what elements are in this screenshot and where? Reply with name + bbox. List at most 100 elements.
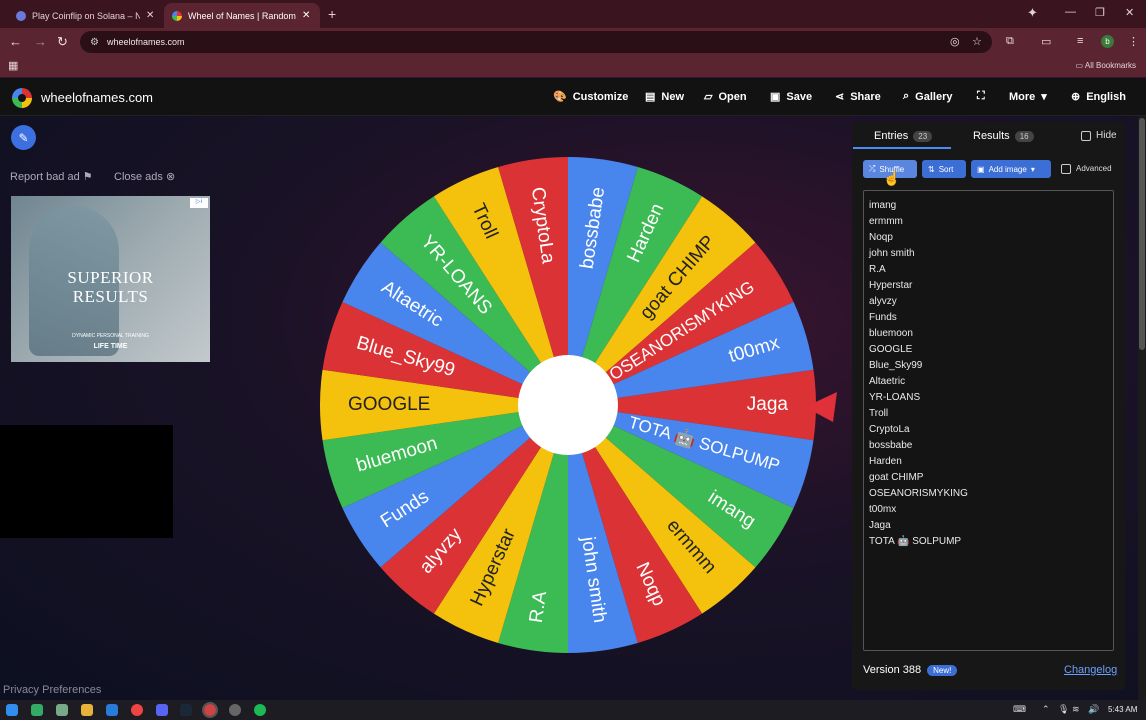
entry-item[interactable]: bossbabe	[869, 438, 968, 454]
gemini-sparkle-icon[interactable]: ✦	[1027, 5, 1038, 21]
os-taskbar	[0, 700, 1146, 720]
edit-pencil-button[interactable]: ✎	[11, 125, 36, 150]
entry-item[interactable]: OSEANORISMYKING	[869, 486, 968, 502]
profile-avatar[interactable]: b	[1101, 35, 1114, 48]
entry-item[interactable]: alyvzy	[869, 294, 968, 310]
share-button[interactable]: ⋖ Share	[835, 90, 881, 104]
chrome-icon[interactable]	[131, 704, 143, 716]
report-bad-ad-link[interactable]: Report bad ad ⚑	[10, 170, 93, 183]
browser-tab-coinflip[interactable]: Play Coinflip on Solana – No K ✕	[8, 3, 163, 28]
fullscreen-button[interactable]: ⛶	[977, 90, 985, 103]
steam-icon[interactable]	[180, 704, 192, 716]
language-button[interactable]: ⊕ English	[1071, 90, 1126, 104]
entry-item[interactable]: Blue_Sky99	[869, 358, 968, 374]
entry-item[interactable]: CryptoLa	[869, 422, 968, 438]
reload-icon[interactable]: ↻	[57, 34, 68, 50]
entry-item[interactable]: Altaetric	[869, 374, 968, 390]
taskbar-clock[interactable]: 5:43 AM	[1108, 705, 1137, 714]
more-menu-button[interactable]: More ▾	[1009, 90, 1047, 104]
open-button[interactable]: ▱ Open	[704, 90, 747, 104]
hide-checkbox[interactable]	[1081, 131, 1091, 141]
file-explorer-icon[interactable]	[81, 704, 93, 716]
entry-item[interactable]: ermmm	[869, 214, 968, 230]
save-icon: ▣	[770, 91, 781, 103]
close-tab-icon[interactable]: ✕	[146, 10, 154, 21]
privacy-preferences-link[interactable]: Privacy Preferences	[3, 684, 101, 696]
entry-item[interactable]: TOTA 🤖 SOLPUMP	[869, 534, 968, 550]
taskbar-app-icon[interactable]	[229, 704, 241, 716]
customize-label: Customize	[572, 90, 629, 103]
save-label: Save	[786, 90, 813, 103]
chrome-menu-icon[interactable]: ⋮	[1128, 35, 1139, 48]
save-button[interactable]: ▣ Save	[770, 90, 813, 104]
microphone-icon[interactable]: 🎙	[1058, 704, 1069, 715]
spotify-icon[interactable]	[254, 704, 266, 716]
all-bookmarks-button[interactable]: ▭ All Bookmarks	[1076, 61, 1136, 70]
side-panel-icon[interactable]: ▭	[1041, 35, 1051, 48]
entry-item[interactable]: goat CHIMP	[869, 470, 968, 486]
new-button[interactable]: ▤ New	[645, 90, 684, 104]
add-image-button[interactable]: ▣ Add image ▾	[971, 160, 1051, 178]
browser-tab-wheel-of-names[interactable]: Wheel of Names | Random nam ✕	[164, 3, 320, 28]
windows-start-icon[interactable]	[6, 704, 18, 716]
entry-item[interactable]: YR-LOANS	[869, 390, 968, 406]
entry-item[interactable]: Jaga	[869, 518, 968, 534]
volume-icon[interactable]: 🔊	[1088, 704, 1099, 715]
bookmark-star-icon[interactable]: ☆	[972, 35, 982, 48]
caret-down-icon: ▾	[1030, 164, 1035, 174]
restore-icon[interactable]: ❐	[1095, 6, 1105, 19]
scrollbar-thumb[interactable]	[1139, 118, 1145, 350]
entry-item[interactable]: R.A	[869, 262, 968, 278]
site-name[interactable]: wheelofnames.com	[41, 90, 153, 105]
media-controls-icon[interactable]: ≡	[1077, 35, 1083, 47]
address-bar[interactable]: ⚙ wheelofnames.com	[80, 31, 992, 53]
tracking-blocked-icon[interactable]: ◎	[950, 35, 960, 48]
adchoices-icon[interactable]: ▷ⅰ	[190, 198, 208, 208]
advertisement[interactable]: SUPERIOR RESULTS DYNAMIC PERSONAL TRAINI…	[11, 196, 210, 362]
wheel[interactable]: JagaTOTA 🤖 SOLPUMPimangermmmNoqpjohn smi…	[318, 155, 818, 655]
forward-icon[interactable]: →	[34, 34, 47, 49]
entry-item[interactable]: t00mx	[869, 502, 968, 518]
keyboard-icon[interactable]: ⌨	[1013, 704, 1026, 715]
sort-button[interactable]: ⇅ Sort	[922, 160, 966, 178]
entry-item[interactable]: bluemoon	[869, 326, 968, 342]
close-tab-icon[interactable]: ✕	[302, 10, 310, 21]
taskbar-app-icon[interactable]	[31, 704, 43, 716]
new-badge: New!	[927, 664, 958, 676]
entry-item[interactable]: john smith	[869, 246, 968, 262]
back-icon[interactable]: ←	[9, 34, 22, 49]
fullscreen-icon: ⛶	[977, 90, 985, 102]
tab-entries[interactable]: Entries 23	[874, 130, 933, 142]
taskbar-app-icon[interactable]	[106, 704, 118, 716]
entry-item[interactable]: Hyperstar	[869, 278, 968, 294]
apps-grid-icon[interactable]: ▦	[8, 59, 18, 72]
wheel-logo-icon[interactable]	[12, 88, 32, 108]
entry-item[interactable]: Troll	[869, 406, 968, 422]
entry-item[interactable]: Noqp	[869, 230, 968, 246]
entry-item[interactable]: Harden	[869, 454, 968, 470]
tab-results[interactable]: Results 16	[973, 130, 1034, 142]
entries-count-badge: 23	[913, 130, 933, 142]
wheel-center-button[interactable]	[518, 355, 618, 455]
search-icon: ⌕	[903, 90, 910, 102]
chrome-active-icon[interactable]	[202, 702, 218, 718]
gallery-button[interactable]: ⌕ Gallery	[903, 90, 952, 103]
close-window-icon[interactable]: ✕	[1125, 6, 1134, 19]
advanced-checkbox[interactable]	[1061, 164, 1071, 174]
site-info-icon[interactable]: ⚙	[90, 37, 99, 48]
close-ads-link[interactable]: Close ads ⊗	[114, 170, 175, 183]
extensions-icon[interactable]: ⧉	[1006, 35, 1014, 48]
changelog-link[interactable]: Changelog	[1064, 664, 1117, 676]
folder-open-icon: ▱	[704, 91, 713, 103]
customize-button[interactable]: 🎨 Customize	[553, 90, 629, 104]
entry-item[interactable]: Funds	[869, 310, 968, 326]
add-image-label: Add image	[988, 164, 1027, 174]
wifi-icon[interactable]: ≋	[1072, 704, 1080, 715]
entry-item[interactable]: imang	[869, 198, 968, 214]
entry-item[interactable]: GOOGLE	[869, 342, 968, 358]
taskbar-app-icon[interactable]	[56, 704, 68, 716]
tray-chevron-up-icon[interactable]: ⌃	[1042, 704, 1050, 715]
minimize-icon[interactable]: —	[1065, 6, 1076, 18]
discord-icon[interactable]	[156, 704, 168, 716]
new-tab-icon[interactable]: +	[328, 6, 336, 22]
